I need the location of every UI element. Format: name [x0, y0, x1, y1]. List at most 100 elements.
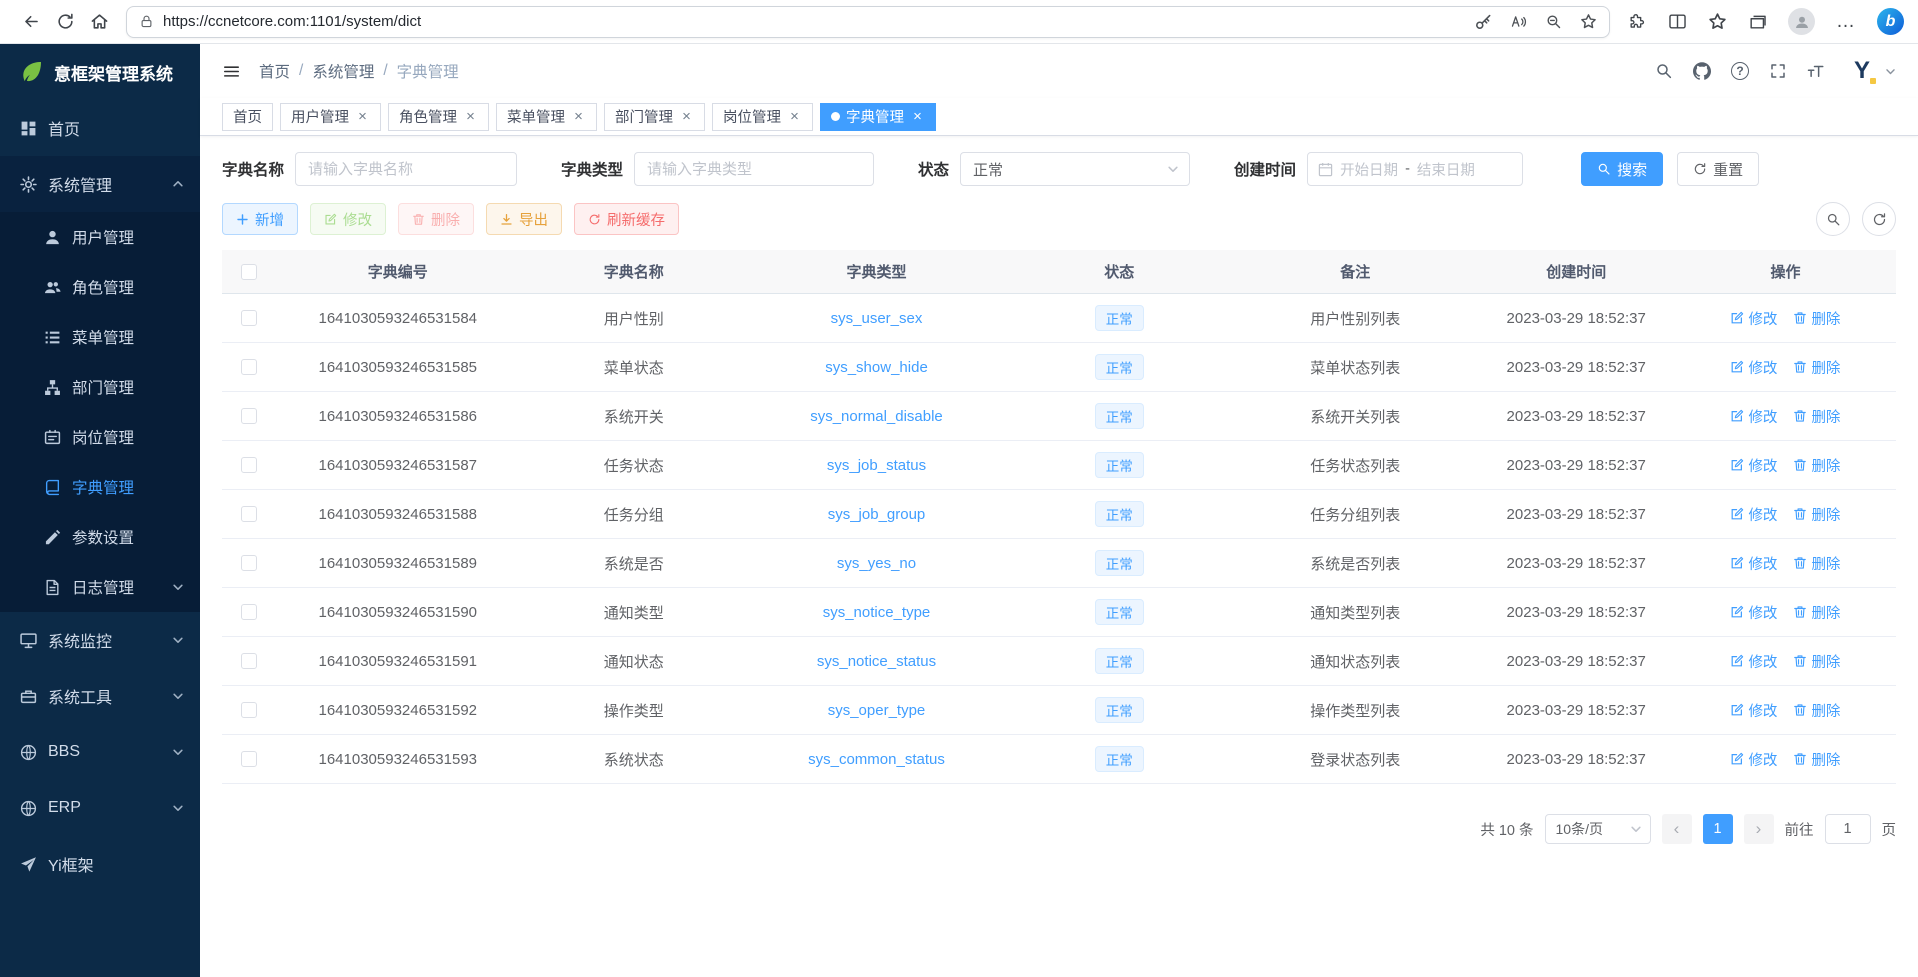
- row-edit-link[interactable]: 修改: [1730, 700, 1777, 721]
- row-checkbox[interactable]: [241, 408, 257, 424]
- row-delete-link[interactable]: 删除: [1793, 406, 1840, 427]
- collections-button[interactable]: [1748, 12, 1767, 31]
- close-icon[interactable]: ×: [910, 109, 925, 124]
- sidebar-item-role-management[interactable]: 角色管理: [0, 262, 200, 312]
- row-checkbox[interactable]: [241, 506, 257, 522]
- sidebar-item-erp[interactable]: ERP: [0, 780, 200, 836]
- dict-type-link[interactable]: sys_user_sex: [831, 310, 923, 327]
- refresh-cache-button[interactable]: 刷新缓存: [574, 203, 679, 235]
- tab-role-management[interactable]: 角色管理×: [388, 103, 489, 131]
- browser-more-button[interactable]: …: [1836, 11, 1856, 33]
- user-avatar-menu[interactable]: Y: [1845, 54, 1896, 88]
- sidebar-item-user-management[interactable]: 用户管理: [0, 212, 200, 262]
- row-edit-link[interactable]: 修改: [1730, 455, 1777, 476]
- toggle-search-button[interactable]: [1816, 202, 1850, 236]
- url-text[interactable]: https://ccnetcore.com:1101/system/dict: [163, 13, 1457, 30]
- row-delete-link[interactable]: 删除: [1793, 700, 1840, 721]
- row-delete-link[interactable]: 删除: [1793, 602, 1840, 623]
- breadcrumb-system-management[interactable]: 系统管理: [312, 60, 374, 82]
- bing-icon[interactable]: b: [1877, 8, 1904, 35]
- sidebar-item-yi-framework[interactable]: Yi框架: [0, 836, 200, 892]
- row-delete-link[interactable]: 删除: [1793, 749, 1840, 770]
- prev-page-button[interactable]: ‹: [1662, 814, 1692, 844]
- tab-dict-management[interactable]: 字典管理×: [820, 103, 936, 131]
- page-size-select[interactable]: 10条/页: [1545, 814, 1651, 844]
- sidebar-item-system-tools[interactable]: 系统工具: [0, 668, 200, 724]
- close-icon[interactable]: ×: [787, 109, 802, 124]
- dict-name-input[interactable]: [295, 152, 517, 186]
- read-aloud-button[interactable]: [1510, 13, 1527, 30]
- address-bar[interactable]: https://ccnetcore.com:1101/system/dict: [126, 6, 1610, 38]
- font-size-button[interactable]: [1807, 62, 1825, 80]
- fullscreen-button[interactable]: [1769, 62, 1787, 80]
- row-checkbox[interactable]: [241, 359, 257, 375]
- row-edit-link[interactable]: 修改: [1730, 504, 1777, 525]
- row-delete-link[interactable]: 删除: [1793, 357, 1840, 378]
- row-checkbox[interactable]: [241, 702, 257, 718]
- profile-avatar[interactable]: [1788, 8, 1815, 35]
- row-edit-link[interactable]: 修改: [1730, 602, 1777, 623]
- row-checkbox[interactable]: [241, 555, 257, 571]
- row-delete-link[interactable]: 删除: [1793, 504, 1840, 525]
- browser-home-button[interactable]: [82, 5, 116, 39]
- dict-type-link[interactable]: sys_yes_no: [837, 555, 916, 572]
- date-range-picker[interactable]: 开始日期 - 结束日期: [1307, 152, 1523, 186]
- dict-type-link[interactable]: sys_job_status: [827, 457, 926, 474]
- sidebar-item-log-management[interactable]: 日志管理: [0, 562, 200, 612]
- sidebar-item-system-monitor[interactable]: 系统监控: [0, 612, 200, 668]
- row-checkbox[interactable]: [241, 310, 257, 326]
- sidebar-item-system-management[interactable]: 系统管理: [0, 156, 200, 212]
- row-edit-link[interactable]: 修改: [1730, 406, 1777, 427]
- dict-type-link[interactable]: sys_notice_type: [823, 604, 931, 621]
- delete-button[interactable]: 删除: [398, 203, 474, 235]
- goto-page-input[interactable]: [1825, 814, 1871, 844]
- row-edit-link[interactable]: 修改: [1730, 553, 1777, 574]
- row-edit-link[interactable]: 修改: [1730, 357, 1777, 378]
- edit-button[interactable]: 修改: [310, 203, 386, 235]
- dict-type-link[interactable]: sys_show_hide: [825, 359, 928, 376]
- back-button[interactable]: [14, 5, 48, 39]
- add-favorite-button[interactable]: [1580, 13, 1597, 30]
- dict-type-input[interactable]: [634, 152, 874, 186]
- extensions-button[interactable]: [1628, 12, 1647, 31]
- refresh-button[interactable]: [48, 5, 82, 39]
- refresh-table-button[interactable]: [1862, 202, 1896, 236]
- add-button[interactable]: 新增: [222, 203, 298, 235]
- sidebar-toggle-button[interactable]: [222, 62, 241, 81]
- sidebar-item-dict-management[interactable]: 字典管理: [0, 462, 200, 512]
- row-delete-link[interactable]: 删除: [1793, 553, 1840, 574]
- favorites-button[interactable]: [1708, 12, 1727, 31]
- sidebar-item-dept-management[interactable]: 部门管理: [0, 362, 200, 412]
- select-all-checkbox[interactable]: [241, 264, 257, 280]
- row-edit-link[interactable]: 修改: [1730, 308, 1777, 329]
- close-icon[interactable]: ×: [355, 109, 370, 124]
- breadcrumb-home[interactable]: 首页: [259, 60, 290, 82]
- app-logo[interactable]: 意框架管理系统: [0, 44, 200, 100]
- help-button[interactable]: ?: [1731, 62, 1749, 80]
- tab-menu-management[interactable]: 菜单管理×: [496, 103, 597, 131]
- close-icon[interactable]: ×: [463, 109, 478, 124]
- row-delete-link[interactable]: 删除: [1793, 455, 1840, 476]
- zoom-button[interactable]: [1545, 13, 1562, 30]
- sidebar-item-post-management[interactable]: 岗位管理: [0, 412, 200, 462]
- sidebar-item-menu-management[interactable]: 菜单管理: [0, 312, 200, 362]
- row-checkbox[interactable]: [241, 653, 257, 669]
- dict-type-link[interactable]: sys_job_group: [828, 506, 926, 523]
- row-delete-link[interactable]: 删除: [1793, 651, 1840, 672]
- dict-type-link[interactable]: sys_common_status: [808, 751, 945, 768]
- tab-home[interactable]: 首页: [222, 103, 273, 131]
- dict-type-link[interactable]: sys_notice_status: [817, 653, 936, 670]
- export-button[interactable]: 导出: [486, 203, 562, 235]
- row-checkbox[interactable]: [241, 751, 257, 767]
- close-icon[interactable]: ×: [571, 109, 586, 124]
- row-edit-link[interactable]: 修改: [1730, 749, 1777, 770]
- tab-dept-management[interactable]: 部门管理×: [604, 103, 705, 131]
- header-search-button[interactable]: [1655, 62, 1673, 80]
- sidebar-item-bbs[interactable]: BBS: [0, 724, 200, 780]
- next-page-button[interactable]: ›: [1744, 814, 1774, 844]
- password-key-button[interactable]: [1475, 13, 1492, 30]
- dict-type-link[interactable]: sys_normal_disable: [810, 408, 943, 425]
- sidebar-item-home[interactable]: 首页: [0, 100, 200, 156]
- tab-post-management[interactable]: 岗位管理×: [712, 103, 813, 131]
- sidebar-item-param-settings[interactable]: 参数设置: [0, 512, 200, 562]
